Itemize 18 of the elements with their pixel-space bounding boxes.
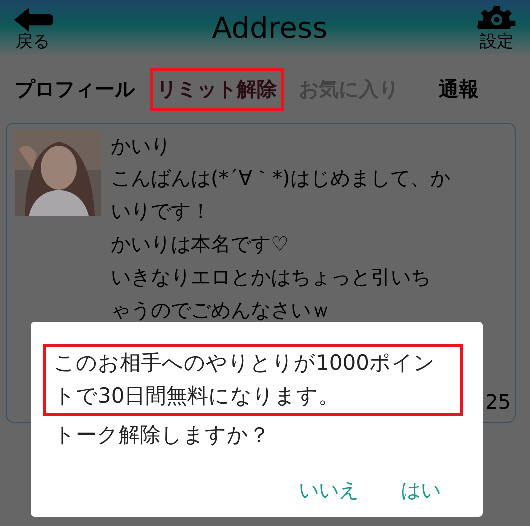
message-line: いきなりエロとかはちょっと引いち: [111, 264, 432, 291]
arrow-icon: [12, 6, 54, 34]
message-line: ゃうのでごめんなさいｗ: [111, 297, 332, 324]
message-line: こんばんは(*´∀｀*)はじめまして、か: [111, 165, 450, 192]
dialog-message: トーク解除しますか？: [53, 422, 271, 449]
back-button[interactable]: 戻る: [12, 6, 54, 50]
screen-title: Address: [212, 11, 328, 45]
dialog-button[interactable]: はい: [395, 473, 447, 508]
dialog-button[interactable]: いいえ: [293, 473, 365, 508]
message-line: かいりは本名です♡: [111, 231, 290, 258]
tab[interactable]: 通報: [432, 68, 486, 110]
message-line: いりです！: [111, 198, 212, 225]
timestamp-fragment: 25: [486, 390, 511, 414]
dialog-message: このお相手へのやりとりが1000ポイントで30日間無料になります。: [43, 344, 463, 416]
settings-button[interactable]: 設定: [476, 6, 518, 50]
user-name: かいり: [111, 133, 172, 160]
tab[interactable]: リミット解除: [150, 68, 284, 110]
tab[interactable]: プロフィール: [8, 68, 142, 110]
